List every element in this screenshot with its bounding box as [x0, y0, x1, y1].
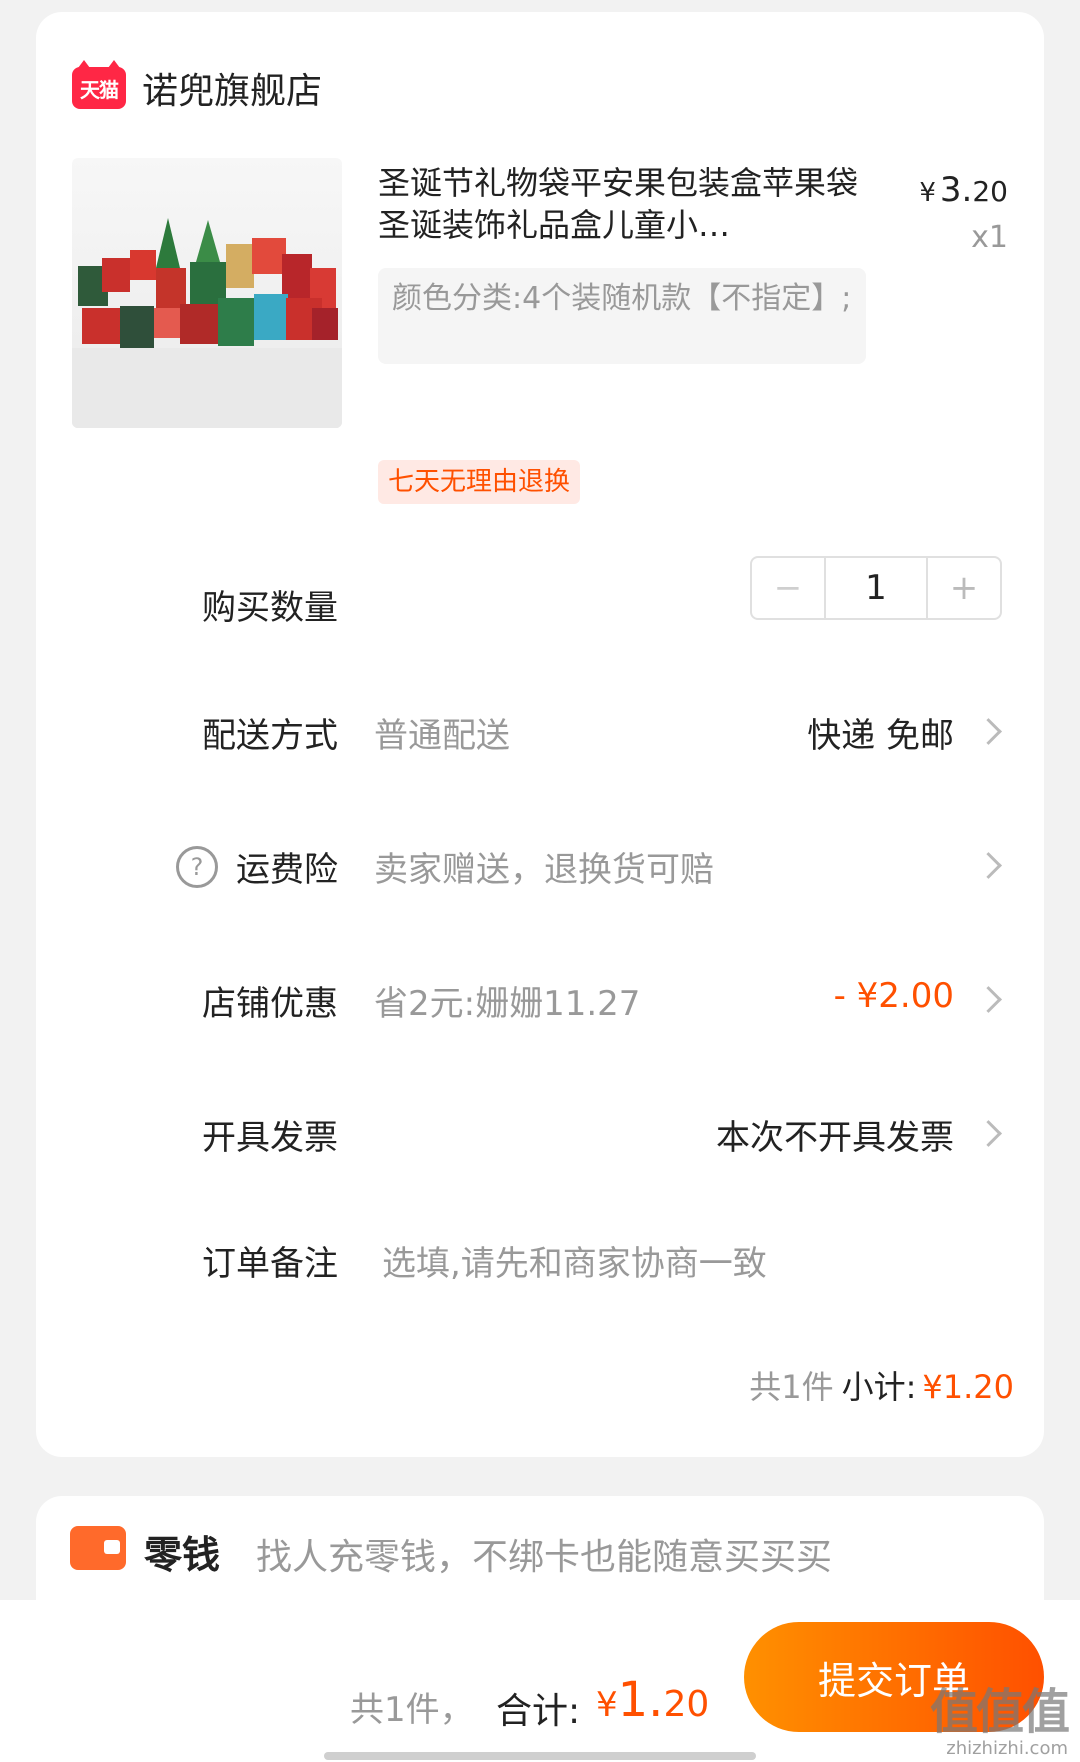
- order-note-row: 订单备注 选填,请先和商家协商一致: [36, 1228, 1044, 1288]
- return-policy-tag: 七天无理由退换: [378, 460, 581, 504]
- watermark: 值值值 zhizhizhi.com: [929, 1672, 1070, 1759]
- total-decimal: 20: [663, 1684, 710, 1725]
- total-label: 合计:: [496, 1691, 581, 1732]
- shipping-insurance-row[interactable]: ? 运费险 卖家赠送，退换货可赔: [36, 834, 1044, 894]
- shop-name[interactable]: 诺兜旗舰店: [142, 62, 322, 114]
- invoice-row[interactable]: 开具发票 本次不开具发票: [36, 1102, 1044, 1162]
- product-title[interactable]: 圣诞节礼物袋平安果包装盒苹果袋圣诞装饰礼品盒儿童小…: [378, 162, 858, 246]
- total-amount: ¥1.20: [596, 1672, 709, 1728]
- subtotal: 共1件 小计: ¥1.20: [749, 1362, 1014, 1408]
- insurance-label: 运费险: [236, 850, 338, 890]
- store-discount-row[interactable]: 店铺优惠 省2元:姗姗11.27 - ¥2.00: [36, 968, 1044, 1028]
- sku-spec[interactable]: 颜色分类:4个装随机款【不指定】;: [378, 268, 866, 364]
- order-card: 天猫 诺兜旗舰店 圣诞节礼物袋平安果包装盒苹果袋圣诞装饰礼品盒儿童小… ¥ 3.…: [36, 12, 1044, 1457]
- increase-button[interactable]: +: [926, 558, 1000, 618]
- invoice-label: 开具发票: [202, 1118, 338, 1158]
- chevron-right-icon: [975, 986, 1002, 1013]
- insurance-value: 卖家赠送，退换货可赔: [374, 850, 714, 890]
- quantity-stepper[interactable]: − 1 +: [750, 556, 1002, 620]
- insurance-label-group: ? 运费险: [176, 842, 338, 891]
- subtotal-count: 共1件: [749, 1368, 834, 1406]
- delivery-label: 配送方式: [202, 716, 338, 756]
- order-note-input[interactable]: 选填,请先和商家协商一致: [382, 1236, 767, 1285]
- quantity-value[interactable]: 1: [826, 558, 926, 618]
- discount-amount: - ¥2.00: [833, 976, 954, 1016]
- discount-label: 店铺优惠: [202, 984, 338, 1024]
- note-label: 订单备注: [202, 1244, 338, 1284]
- price-decimal: 20: [972, 175, 1008, 208]
- product-image[interactable]: [72, 158, 342, 428]
- shop-header[interactable]: 天猫 诺兜旗舰店: [72, 56, 322, 120]
- price-integer: 3.: [939, 170, 973, 210]
- product-quantity: x1: [971, 220, 1008, 255]
- subtotal-label: 小计:: [841, 1368, 917, 1406]
- wallet-description: 找人充零钱，不绑卡也能随意买买买: [256, 1537, 833, 1578]
- invoice-value: 本次不开具发票: [716, 1118, 954, 1158]
- home-indicator[interactable]: [324, 1752, 756, 1760]
- wallet-icon: [70, 1526, 126, 1570]
- chevron-right-icon: [975, 852, 1002, 879]
- total-symbol: ¥: [596, 1685, 618, 1725]
- chevron-right-icon: [975, 718, 1002, 745]
- wallet-name: 零钱: [144, 1533, 221, 1577]
- price-symbol: ¥: [919, 178, 936, 208]
- total-integer: 1.: [617, 1672, 664, 1728]
- bottom-bar: 共1件， 合计: ¥1.20 提交订单 值值值 zhizhizhi.com: [0, 1600, 1080, 1762]
- watermark-url: zhizhizhi.com: [946, 1738, 1068, 1759]
- quantity-label: 购买数量: [202, 588, 338, 628]
- chevron-right-icon: [975, 1120, 1002, 1147]
- delivery-row[interactable]: 配送方式 普通配送 快递 免邮: [36, 700, 1044, 760]
- subtotal-amount: ¥1.20: [922, 1368, 1014, 1406]
- discount-value: 省2元:姗姗11.27: [374, 984, 641, 1024]
- watermark-logo: 值值值: [929, 1684, 1070, 1740]
- decrease-button[interactable]: −: [752, 558, 826, 618]
- total-count: 共1件，: [350, 1690, 474, 1730]
- tmall-logo-icon: 天猫: [72, 60, 126, 109]
- delivery-value: 普通配送: [374, 716, 510, 756]
- help-icon[interactable]: ?: [176, 845, 218, 888]
- christmas-gift-boxes-image: [72, 218, 342, 428]
- product-price: ¥3.20: [919, 170, 1008, 210]
- delivery-method: 快递 免邮: [807, 716, 954, 756]
